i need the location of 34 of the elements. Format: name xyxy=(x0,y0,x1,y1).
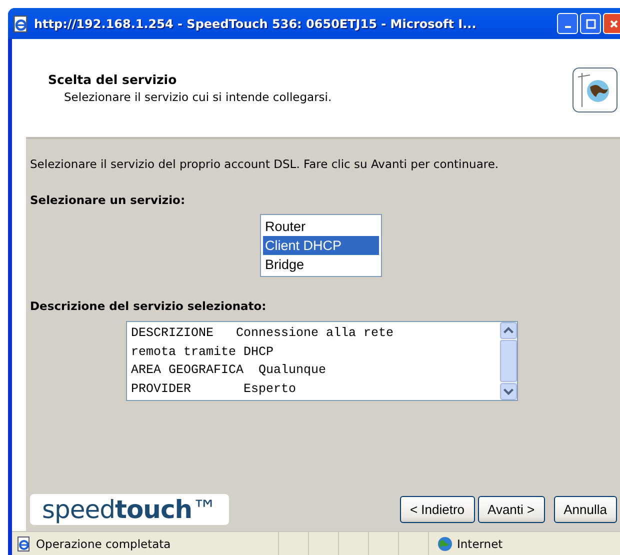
description-textarea[interactable]: DESCRIZIONE Connessione alla rete remota tramite DHCP AREA GEOGRAFICA Qualunque PROVIDER Esperto xyxy=(126,321,518,401)
minimize-icon xyxy=(564,26,570,28)
wizard-button[interactable]: Avanti > xyxy=(478,496,545,523)
maximize-button[interactable] xyxy=(580,13,601,34)
service-option[interactable]: Bridge xyxy=(263,255,379,274)
maximize-icon xyxy=(586,18,596,28)
service-option[interactable]: Router xyxy=(263,217,379,236)
service-option[interactable]: Client DHCP xyxy=(263,236,379,255)
page-subtitle: Selezionare il servizio cui si intende collegarsi. xyxy=(63,90,332,104)
scrollbar[interactable] xyxy=(500,322,517,400)
description-line: AREA GEOGRAFICA Qualunque xyxy=(131,362,328,379)
minimize-button[interactable] xyxy=(557,13,578,34)
description-line: DESCRIZIONE Connessione alla rete xyxy=(131,325,395,342)
wizard-button[interactable]: Annulla xyxy=(554,496,617,523)
globe-icon xyxy=(437,536,453,552)
close-icon xyxy=(608,18,618,28)
browser-page-icon xyxy=(12,14,30,32)
scroll-up-icon[interactable] xyxy=(500,322,517,339)
scroll-down-icon[interactable] xyxy=(500,383,517,400)
instruction-text: Selezionare il servizio del proprio account DSL. Fare clic su Avanti per continuare. xyxy=(30,157,500,171)
service-listbox[interactable]: Router Client DHCP Bridge xyxy=(260,214,382,277)
scroll-thumb[interactable] xyxy=(500,340,517,382)
description-line: PROVIDER Esperto xyxy=(131,380,298,398)
description-line: remota tramite DHCP xyxy=(131,344,275,360)
description-label: Descrizione del servizio selezionato: xyxy=(30,299,268,313)
wizard-button[interactable]: < Indietro xyxy=(400,496,475,523)
close-button[interactable] xyxy=(603,13,620,34)
window-title: http://192.168.1.254 - SpeedTouch 536: 0650ETJ15 - Microsoft I... xyxy=(34,16,478,30)
status-message: Operazione completata xyxy=(36,536,171,550)
page-title: Scelta del servizio xyxy=(48,72,178,87)
page-icon xyxy=(16,536,32,552)
security-zone: Internet xyxy=(457,536,503,550)
service-label: Selezionare un servizio: xyxy=(30,193,186,207)
speedtouch-logo: speedtouch™ xyxy=(30,494,229,525)
